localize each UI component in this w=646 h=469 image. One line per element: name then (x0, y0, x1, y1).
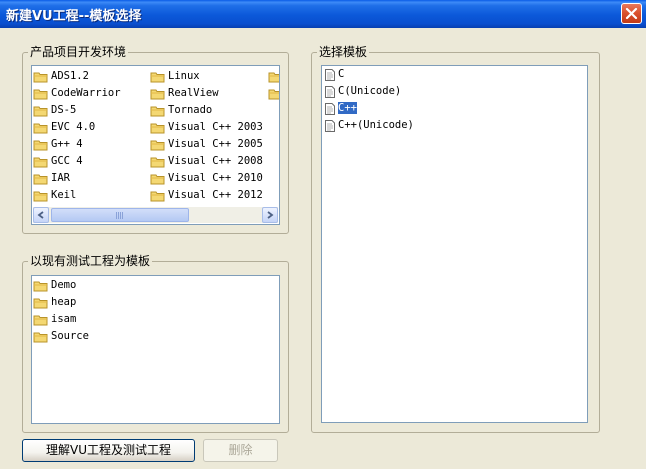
folder-icon (150, 89, 165, 100)
document-icon (325, 85, 335, 98)
scroll-thumb[interactable] (51, 208, 189, 222)
existing-project-item[interactable]: Source (33, 328, 89, 345)
env-listbox[interactable]: ADS1.2 CodeWarrior DS-5 EVC 4.0 G++ 4 GCC 4 IA… (31, 65, 280, 225)
template-item[interactable]: C(Unicode) (324, 83, 401, 100)
item-label: Visual C++ 2010 (168, 172, 263, 184)
item-label: GCC 4 (51, 155, 83, 167)
item-label: DS-5 (51, 104, 77, 116)
folder-icon (150, 174, 165, 185)
env-list-item-clipped[interactable] (268, 68, 279, 85)
existing-listbox[interactable]: Demo heap isam Source (31, 275, 280, 424)
env-list-item[interactable]: G++ 4 (33, 136, 83, 153)
folder-icon (33, 281, 48, 292)
folder-icon (33, 106, 48, 117)
env-list-item[interactable]: Visual C++ 2003 (150, 119, 263, 136)
folder-icon (33, 298, 48, 309)
item-label: C (338, 68, 345, 80)
window-title: 新建VU工程--模板选择 (6, 9, 142, 24)
scroll-left-button[interactable] (33, 207, 49, 223)
item-label: RealView (168, 87, 219, 99)
chevron-right-icon (267, 211, 274, 219)
document-icon (325, 102, 335, 115)
item-label: C++ (337, 101, 358, 115)
folder-icon (150, 106, 165, 117)
item-label: Source (51, 330, 89, 342)
template-group-label: 选择模板 (317, 45, 370, 59)
item-label: CodeWarrior (51, 87, 121, 99)
item-label: heap (51, 296, 77, 308)
item-label: Linux (168, 70, 200, 82)
item-label: C(Unicode) (338, 85, 402, 97)
item-label: Visual C++ 2012 (168, 189, 263, 201)
item-label: IAR (51, 172, 70, 184)
chevron-left-icon (37, 211, 44, 219)
existing-group: 以现有测试工程为模板 Demo heap isam Source (22, 254, 289, 433)
folder-icon (150, 72, 165, 83)
template-item[interactable]: C++ (324, 100, 358, 117)
env-list-item[interactable]: Visual C++ 2012 (150, 187, 263, 204)
document-icon (325, 68, 335, 81)
env-list-item[interactable]: Linux (150, 68, 200, 85)
item-label: Visual C++ 2005 (168, 138, 263, 150)
item-label: G++ 4 (51, 138, 83, 150)
document-icon (325, 119, 335, 132)
template-listbox[interactable]: C C(Unicode) C++ C++(Unicode) (321, 65, 588, 423)
folder-icon (33, 315, 48, 326)
env-list-item[interactable]: RealView (150, 85, 219, 102)
env-list-item[interactable]: Visual C++ 2005 (150, 136, 263, 153)
env-list-item[interactable]: Tornado (150, 102, 212, 119)
item-label: Tornado (168, 104, 213, 116)
existing-project-item[interactable]: isam (33, 311, 76, 328)
folder-icon (33, 89, 48, 100)
folder-icon (33, 191, 48, 202)
template-item[interactable]: C++(Unicode) (324, 117, 414, 134)
folder-icon (33, 174, 48, 185)
item-label: Visual C++ 2003 (168, 121, 263, 133)
env-list-item[interactable]: Visual C++ 2010 (150, 170, 263, 187)
scroll-right-button[interactable] (262, 207, 278, 223)
understand-vu-button[interactable]: 理解VU工程及测试工程 (22, 439, 195, 462)
folder-icon (150, 191, 165, 202)
env-list-item[interactable]: Keil (33, 187, 76, 204)
item-label: C++(Unicode) (338, 119, 414, 131)
env-list-item-clipped[interactable] (268, 85, 279, 102)
env-group: 产品项目开发环境 ADS1.2 CodeWarrior DS-5 EVC 4.0 G++… (22, 45, 289, 234)
folder-icon (33, 72, 48, 83)
env-horizontal-scrollbar[interactable] (33, 207, 278, 223)
folder-icon (33, 140, 48, 151)
existing-group-label: 以现有测试工程为模板 (28, 254, 153, 268)
item-label: ADS1.2 (51, 70, 89, 82)
env-list-item[interactable]: ADS1.2 (33, 68, 89, 85)
existing-project-item[interactable]: Demo (33, 277, 76, 294)
folder-icon (268, 89, 279, 99)
item-label: Demo (51, 279, 77, 291)
env-list-item[interactable]: GCC 4 (33, 153, 83, 170)
folder-icon (33, 157, 48, 168)
env-list-item[interactable]: EVC 4.0 (33, 119, 95, 136)
dialog-window: 新建VU工程--模板选择 产品项目开发环境 ADS1.2 CodeWarrior D… (0, 0, 646, 469)
env-list-item[interactable]: IAR (33, 170, 70, 187)
env-list-item[interactable]: Visual C++ 2008 (150, 153, 263, 170)
folder-icon (33, 332, 48, 343)
item-label: EVC 4.0 (51, 121, 96, 133)
item-label: Keil (51, 189, 77, 201)
env-list-item[interactable]: CodeWarrior (33, 85, 121, 102)
item-label: Visual C++ 2008 (168, 155, 263, 167)
env-list-item[interactable]: DS-5 (33, 102, 76, 119)
existing-project-item[interactable]: heap (33, 294, 76, 311)
title-bar: 新建VU工程--模板选择 (0, 0, 646, 28)
folder-icon (150, 123, 165, 134)
folder-icon (268, 72, 279, 82)
env-group-label: 产品项目开发环境 (28, 45, 129, 59)
close-button[interactable] (621, 3, 642, 24)
folder-icon (150, 157, 165, 168)
template-group: 选择模板 C C(Unicode) C++ C++(Unicode) (311, 45, 600, 433)
delete-button[interactable]: 删除 (203, 439, 278, 462)
template-item[interactable]: C (324, 66, 344, 83)
folder-icon (150, 140, 165, 151)
item-label: isam (51, 313, 77, 325)
close-icon (625, 7, 638, 20)
folder-icon (33, 123, 48, 134)
